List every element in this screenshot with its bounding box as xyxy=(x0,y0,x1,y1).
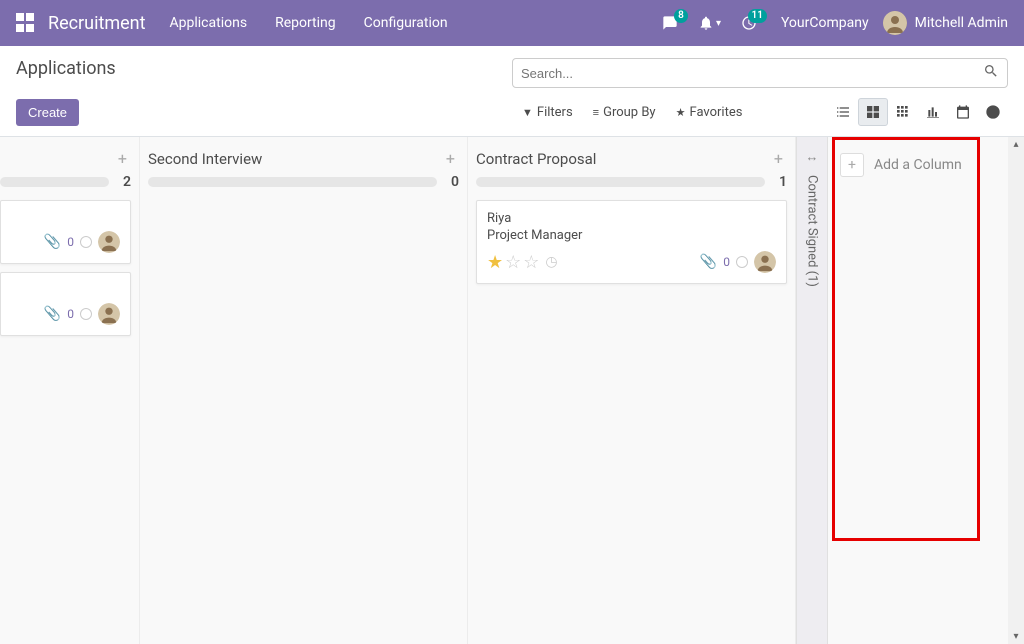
activities-icon[interactable]: 11 xyxy=(741,15,757,31)
page-title: Applications xyxy=(16,58,512,88)
kanban-card[interactable]: 📎 0 xyxy=(0,272,131,336)
view-activity-icon[interactable] xyxy=(978,98,1008,126)
column-progress xyxy=(0,177,109,187)
kanban-column-partial: + 2 📎 0 📎 0 xyxy=(0,137,140,644)
user-name: Mitchell Admin xyxy=(915,15,1008,31)
vertical-scrollbar[interactable]: ▴ ▾ xyxy=(1008,137,1024,644)
column-count: 2 xyxy=(117,174,131,190)
user-menu[interactable]: Mitchell Admin xyxy=(883,11,1008,35)
scroll-down-icon[interactable]: ▾ xyxy=(1013,631,1018,642)
view-grid-icon[interactable] xyxy=(888,98,918,126)
notifications-icon[interactable]: ▾ xyxy=(698,15,721,31)
state-dot[interactable] xyxy=(736,256,748,268)
favorites-button[interactable]: ★Favorites xyxy=(666,101,753,124)
column-progress xyxy=(476,177,765,187)
user-avatar xyxy=(883,11,907,35)
column-title[interactable]: Contract Proposal xyxy=(476,150,770,168)
messaging-icon[interactable]: 8 xyxy=(662,15,678,31)
column-title[interactable]: Second Interview xyxy=(148,150,442,168)
nav-reporting[interactable]: Reporting xyxy=(275,15,336,31)
assignee-avatar[interactable] xyxy=(754,251,776,273)
kanban-board: + 2 📎 0 📎 0 xyxy=(0,137,1024,644)
assignee-avatar[interactable] xyxy=(98,303,120,325)
search-input[interactable] xyxy=(521,66,983,81)
company-switcher[interactable]: YourCompany xyxy=(781,15,869,31)
kanban-column-second-interview: Second Interview + 0 xyxy=(140,137,468,644)
kanban-column-contract-proposal: Contract Proposal + 1 Riya Project Manag… xyxy=(468,137,796,644)
messaging-badge: 8 xyxy=(674,9,688,23)
add-column-button[interactable]: + Add a Column xyxy=(836,149,980,181)
view-graph-icon[interactable] xyxy=(918,98,948,126)
column-add-icon[interactable]: + xyxy=(770,149,787,168)
column-count: 1 xyxy=(773,174,787,190)
state-dot[interactable] xyxy=(80,308,92,320)
attachment-icon: 📎 xyxy=(44,306,61,322)
kanban-column-folded[interactable]: ↔ Contract Signed (1) xyxy=(796,137,828,644)
control-panel: Applications Create ▼Filters ≡Group By ★… xyxy=(0,46,1024,137)
search-icon[interactable] xyxy=(983,63,999,83)
view-list-icon[interactable] xyxy=(828,98,858,126)
highlight-annotation xyxy=(832,137,980,541)
star-icon[interactable]: ★ xyxy=(487,252,503,273)
scroll-up-icon[interactable]: ▴ xyxy=(1013,139,1018,150)
attachment-icon: 📎 xyxy=(700,254,717,270)
activities-badge: 11 xyxy=(748,9,767,23)
star-icon[interactable]: ☆ xyxy=(523,252,539,273)
create-button[interactable]: Create xyxy=(16,99,79,126)
search-box[interactable] xyxy=(512,58,1008,88)
groupby-button[interactable]: ≡Group By xyxy=(583,101,666,124)
assignee-avatar[interactable] xyxy=(98,231,120,253)
column-progress xyxy=(148,177,437,187)
nav-configuration[interactable]: Configuration xyxy=(364,15,448,31)
nav-applications[interactable]: Applications xyxy=(170,15,248,31)
app-title[interactable]: Recruitment xyxy=(48,13,146,34)
unfold-icon[interactable]: ↔ xyxy=(806,149,819,165)
top-navbar: Recruitment Applications Reporting Confi… xyxy=(0,0,1024,46)
kanban-card[interactable]: Riya Project Manager ★ ☆ ☆ ◷ 📎 0 xyxy=(476,200,787,284)
add-column-area: + Add a Column xyxy=(828,137,988,644)
apps-icon[interactable] xyxy=(16,13,36,33)
column-add-icon[interactable]: + xyxy=(114,149,131,168)
activity-clock-icon[interactable]: ◷ xyxy=(545,254,557,270)
filters-button[interactable]: ▼Filters xyxy=(512,101,583,124)
state-dot[interactable] xyxy=(80,236,92,248)
folded-column-label: Contract Signed (1) xyxy=(805,175,820,287)
kanban-card[interactable]: 📎 0 xyxy=(0,200,131,264)
view-calendar-icon[interactable] xyxy=(948,98,978,126)
column-add-icon[interactable]: + xyxy=(442,149,459,168)
attachment-icon: 📎 xyxy=(44,234,61,250)
plus-icon: + xyxy=(840,153,864,177)
star-icon[interactable]: ☆ xyxy=(505,252,521,273)
column-count: 0 xyxy=(445,174,459,190)
card-name: Riya xyxy=(487,211,776,226)
card-subtitle: Project Manager xyxy=(487,228,776,243)
priority-stars[interactable]: ★ ☆ ☆ ◷ xyxy=(487,252,558,273)
view-kanban-icon[interactable] xyxy=(858,98,888,126)
